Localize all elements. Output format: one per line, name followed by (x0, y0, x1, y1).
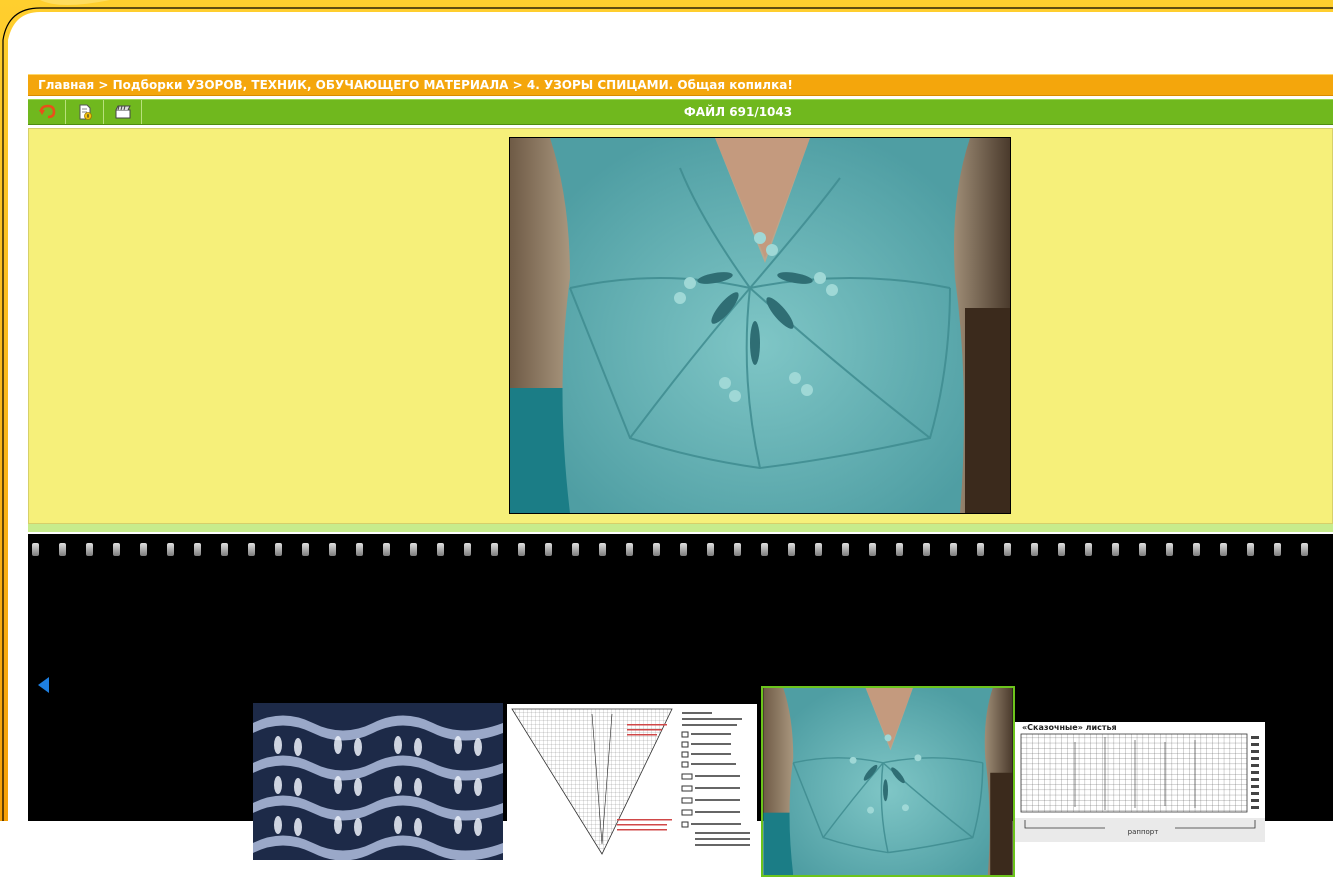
film-hole (599, 543, 606, 556)
film-hole (545, 543, 552, 556)
file-toolbar: ФАЙЛ 691/1043 (28, 99, 1333, 125)
prev-arrow-icon[interactable] (38, 677, 49, 693)
thumbnail-4-title: «Сказочные» листья (1022, 723, 1117, 732)
film-hole (518, 543, 525, 556)
film-hole (896, 543, 903, 556)
film-hole (1247, 543, 1254, 556)
knitted-sweater-photo (510, 138, 1010, 513)
film-hole (842, 543, 849, 556)
film-hole (437, 543, 444, 556)
thumbnail-4[interactable]: «Сказочные» листья раппорт (1015, 722, 1265, 842)
film-hole (680, 543, 687, 556)
file-info-icon (79, 104, 92, 120)
film-hole (815, 543, 822, 556)
film-hole (383, 543, 390, 556)
film-hole (761, 543, 768, 556)
film-hole (1058, 543, 1065, 556)
lace-pattern-thumbnail (253, 703, 503, 860)
film-hole (464, 543, 471, 556)
film-hole (1193, 543, 1200, 556)
film-hole (59, 543, 66, 556)
slideshow-icon (115, 105, 131, 119)
film-hole (356, 543, 363, 556)
leaves-chart-thumbnail (1015, 722, 1265, 842)
film-hole (194, 543, 201, 556)
main-photo[interactable] (509, 137, 1011, 514)
film-hole (734, 543, 741, 556)
film-hole (788, 543, 795, 556)
film-hole (707, 543, 714, 556)
thumbnail-2[interactable] (507, 704, 757, 858)
film-hole (248, 543, 255, 556)
knitted-sweater-thumbnail (763, 688, 1013, 875)
film-hole (275, 543, 282, 556)
return-button[interactable] (28, 100, 66, 124)
film-perforation (28, 543, 1333, 556)
return-icon (38, 104, 55, 119)
film-hole (977, 543, 984, 556)
film-hole (113, 543, 120, 556)
film-hole (491, 543, 498, 556)
file-info-button[interactable] (66, 100, 104, 124)
film-hole (1301, 543, 1308, 556)
film-hole (1139, 543, 1146, 556)
gallery-container: Главная > Подборки УЗОРОВ, ТЕХНИК, ОБУЧА… (28, 74, 1333, 877)
file-counter: ФАЙЛ 691/1043 (683, 105, 793, 119)
film-hole (1004, 543, 1011, 556)
film-hole (869, 543, 876, 556)
panel-separator (28, 524, 1333, 532)
knitting-chart-thumbnail (507, 704, 757, 858)
film-hole (1031, 543, 1038, 556)
film-hole (140, 543, 147, 556)
film-hole (626, 543, 633, 556)
film-hole (32, 543, 39, 556)
film-hole (950, 543, 957, 556)
film-hole (653, 543, 660, 556)
film-hole (329, 543, 336, 556)
film-hole (167, 543, 174, 556)
photo-panel (28, 128, 1333, 524)
thumbnail-4-footer: раппорт (1127, 828, 1159, 836)
film-hole (86, 543, 93, 556)
film-hole (302, 543, 309, 556)
film-hole (572, 543, 579, 556)
film-hole (1274, 543, 1281, 556)
filmstrip: «Сказочные» листья раппорт (28, 534, 1333, 877)
thumbnail-3-selected[interactable] (761, 686, 1015, 877)
slideshow-button[interactable] (104, 100, 142, 124)
film-hole (1112, 543, 1119, 556)
thumbnail-1[interactable] (253, 703, 503, 860)
film-hole (1085, 543, 1092, 556)
film-hole (221, 543, 228, 556)
film-hole (923, 543, 930, 556)
film-hole (410, 543, 417, 556)
breadcrumb[interactable]: Главная > Подборки УЗОРОВ, ТЕХНИК, ОБУЧА… (28, 74, 1333, 96)
film-hole (1220, 543, 1227, 556)
film-hole (1166, 543, 1173, 556)
